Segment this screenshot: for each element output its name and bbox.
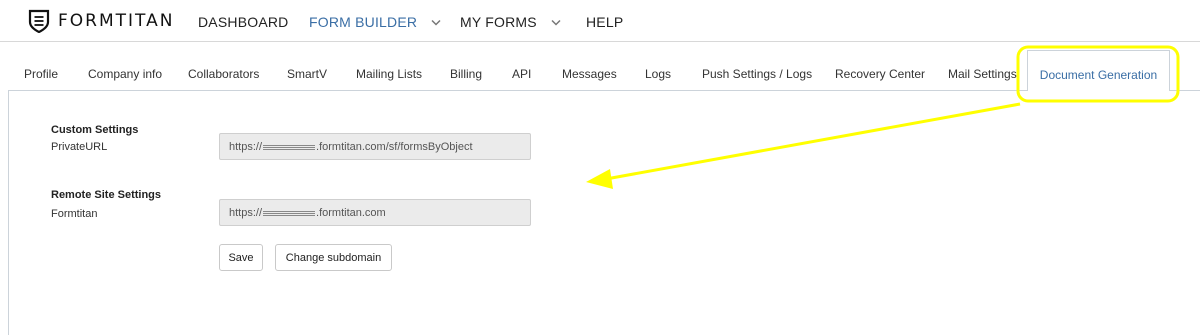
tab-messages[interactable]: Messages xyxy=(562,67,617,81)
settings-tabs: Profile Company info Collaborators Smart… xyxy=(0,42,1200,90)
nav-dashboard-label: DASHBOARD xyxy=(198,14,289,30)
tab-logs[interactable]: Logs xyxy=(645,67,671,81)
top-navigation-bar: FORMTITAN DASHBOARD FORM BUILDER MY FORM… xyxy=(0,0,1200,42)
custom-settings-title: Custom Settings xyxy=(51,124,139,136)
nav-help[interactable]: HELP xyxy=(586,14,623,30)
remote-site-url-field[interactable]: https:// .formtitan.com xyxy=(219,199,531,226)
private-url-label: PrivateURL xyxy=(51,141,108,153)
tab-document-generation-label: Document Generation xyxy=(1039,68,1158,82)
tab-mailing-lists[interactable]: Mailing Lists xyxy=(356,67,422,81)
tab-document-generation[interactable]: Document Generation xyxy=(1027,50,1170,91)
tab-content-panel xyxy=(8,90,1200,335)
nav-my-forms[interactable]: MY FORMS xyxy=(460,14,561,30)
private-url-suffix: .formtitan.com/sf/formsByObject xyxy=(316,141,473,153)
change-subdomain-button[interactable]: Change subdomain xyxy=(275,244,392,271)
formtitan-label: Formtitan xyxy=(51,208,98,220)
nav-form-builder-label: FORM BUILDER xyxy=(309,14,418,30)
tab-smartv[interactable]: SmartV xyxy=(287,67,327,81)
remote-site-url-prefix: https:// xyxy=(229,207,263,219)
save-button[interactable]: Save xyxy=(219,244,263,271)
nav-dashboard[interactable]: DASHBOARD xyxy=(198,14,288,30)
remote-site-url-suffix: .formtitan.com xyxy=(316,207,386,219)
tab-mail-settings[interactable]: Mail Settings xyxy=(948,67,1017,81)
tab-collaborators[interactable]: Collaborators xyxy=(188,67,259,81)
remote-site-settings-title: Remote Site Settings xyxy=(51,189,162,201)
nav-form-builder[interactable]: FORM BUILDER xyxy=(309,14,441,30)
tab-company-info[interactable]: Company info xyxy=(88,67,162,81)
tab-recovery-center[interactable]: Recovery Center xyxy=(835,67,925,81)
nav-my-forms-label: MY FORMS xyxy=(460,14,537,30)
shield-icon xyxy=(28,9,50,33)
tab-profile[interactable]: Profile xyxy=(24,67,58,81)
redacted-subdomain xyxy=(263,210,316,216)
chevron-down-icon xyxy=(431,19,441,26)
private-url-prefix: https:// xyxy=(229,141,263,153)
brand-name: FORMTITAN xyxy=(58,11,175,31)
redacted-subdomain xyxy=(263,144,316,150)
tab-billing[interactable]: Billing xyxy=(450,67,482,81)
formtitan-logo[interactable]: FORMTITAN xyxy=(28,9,174,33)
tab-push-settings-logs[interactable]: Push Settings / Logs xyxy=(702,67,812,81)
private-url-field[interactable]: https:// .formtitan.com/sf/formsByObject xyxy=(219,133,531,160)
chevron-down-icon xyxy=(551,19,561,26)
nav-help-label: HELP xyxy=(586,14,624,30)
tab-api[interactable]: API xyxy=(512,67,531,81)
